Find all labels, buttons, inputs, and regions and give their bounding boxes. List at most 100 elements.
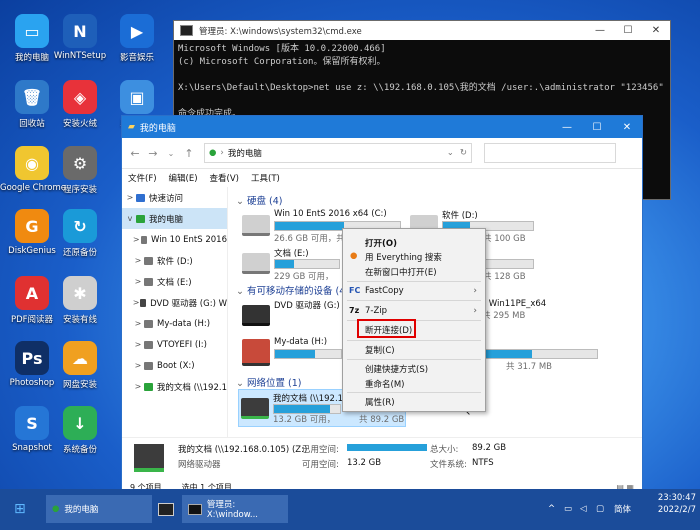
menu-item-rename[interactable]: 重命名(M) bbox=[365, 378, 404, 390]
app-icon: ✱ bbox=[63, 276, 97, 310]
chevron-icon[interactable]: > bbox=[124, 193, 136, 202]
hard-drive-icon bbox=[242, 215, 270, 236]
cmd-app-icon bbox=[180, 25, 193, 36]
tree-item[interactable]: > 软件 (D:) bbox=[122, 250, 227, 271]
up-icon[interactable]: ↑ bbox=[180, 147, 198, 160]
desktop-icon[interactable]: ☁ 网盘安装 bbox=[48, 341, 112, 390]
chevron-icon[interactable]: > bbox=[132, 235, 141, 244]
cmd-output[interactable]: Microsoft Windows [版本 10.0.22000.466] (c… bbox=[174, 40, 670, 124]
volume-icon[interactable]: ◁ bbox=[580, 495, 587, 523]
taskbar-pinned-app[interactable] bbox=[158, 495, 174, 523]
app-icon: ◉ bbox=[15, 146, 49, 180]
menu-bar: 文件(F) 编辑(E) 查看(V) 工具(T) bbox=[122, 169, 642, 187]
tray-chevron-icon[interactable]: ^ bbox=[548, 495, 555, 523]
minimize-icon[interactable]: — bbox=[586, 25, 614, 36]
desktop-icon[interactable]: ↻ 还原备份 bbox=[48, 209, 112, 258]
network-icon[interactable]: ▭ bbox=[564, 495, 572, 523]
menu-file[interactable]: 文件(F) bbox=[128, 172, 157, 184]
group-label: 有可移动存储的设备 (4) bbox=[247, 286, 349, 297]
usage-bar bbox=[274, 259, 340, 269]
breadcrumb: 我的电脑 bbox=[227, 149, 262, 159]
tree-item[interactable]: > My-data (H:) bbox=[122, 313, 227, 334]
display-icon[interactable]: ▢ bbox=[596, 495, 604, 523]
windows-icon: ⊞ bbox=[14, 501, 26, 517]
chevron-down-icon: ⌄ bbox=[236, 378, 244, 389]
explorer-title: 我的电脑 bbox=[139, 123, 176, 134]
tree-item[interactable]: > Win 10 EntS 2016 bbox=[122, 229, 227, 250]
tree-item[interactable]: v 我的电脑 bbox=[122, 208, 227, 229]
address-dropdown-icon[interactable]: ⌄ bbox=[447, 148, 454, 158]
desktop-icon[interactable]: ↓ 系统备份 bbox=[48, 406, 112, 455]
chevron-icon[interactable]: > bbox=[132, 361, 144, 370]
chevron-icon[interactable]: > bbox=[132, 256, 144, 265]
menu-view[interactable]: 查看(V) bbox=[210, 172, 239, 184]
chevron-icon[interactable]: > bbox=[132, 382, 144, 391]
drive-g-label[interactable]: (G:) Win11PE_x64 共 295 MB bbox=[470, 297, 610, 337]
tree-item[interactable]: > DVD 驱动器 (G:) W bbox=[122, 292, 227, 313]
group-header-removable[interactable]: ⌄ 有可移动存储的设备 (4) bbox=[236, 283, 349, 297]
start-button[interactable]: ⊞ bbox=[14, 495, 26, 523]
navigation-bar: ← → ⌄ ↑ ● › 我的电脑 ⌄ ↻ bbox=[122, 138, 642, 169]
menu-tools[interactable]: 工具(T) bbox=[251, 172, 280, 184]
address-bar[interactable]: ● › 我的电脑 ⌄ ↻ bbox=[204, 143, 472, 163]
desktop-icon[interactable]: N WinNTSetup bbox=[48, 14, 112, 61]
menu-item-open-new-window[interactable]: 在新窗口中打开(E) bbox=[365, 266, 437, 278]
drive-i[interactable]: 共 31.7 MB bbox=[466, 335, 606, 375]
desktop-icon[interactable]: ✱ 安装有线 bbox=[48, 276, 112, 325]
maximize-icon[interactable]: ☐ bbox=[614, 25, 642, 36]
menu-item-properties[interactable]: 属性(R) bbox=[365, 396, 395, 408]
refresh-icon[interactable]: ↻ bbox=[460, 148, 467, 158]
explorer-titlebar[interactable]: ▰ 我的电脑 — ☐ ✕ bbox=[122, 116, 642, 138]
cmd-titlebar[interactable]: 管理员: X:\windows\system32\cmd.exe — ☐ ✕ bbox=[174, 21, 670, 40]
taskbar-cmd[interactable]: 管理员: X:\window... bbox=[182, 495, 288, 523]
tree-item[interactable]: > 我的文档 (\\192.1 bbox=[122, 376, 227, 397]
usage-fill bbox=[275, 260, 295, 268]
group-header-network[interactable]: ⌄ 网络位置 (1) bbox=[236, 375, 301, 389]
chevron-icon[interactable]: > bbox=[132, 298, 140, 307]
tree-item[interactable]: > 文档 (E:) bbox=[122, 271, 227, 292]
desktop-icon[interactable]: ▶ 影音娱乐 bbox=[105, 14, 169, 63]
tree-item[interactable]: > 快速访问 bbox=[122, 187, 227, 208]
menu-edit[interactable]: 编辑(E) bbox=[169, 172, 198, 184]
close-icon[interactable]: ✕ bbox=[612, 122, 642, 133]
menu-item-7zip[interactable]: 7-Zip bbox=[365, 306, 387, 316]
close-icon[interactable]: ✕ bbox=[642, 25, 670, 36]
tree-item[interactable]: > VTOYEFI (I:) bbox=[122, 334, 227, 355]
chevron-icon[interactable]: > bbox=[132, 340, 144, 349]
maximize-icon[interactable]: ☐ bbox=[582, 122, 612, 133]
desktop-icon[interactable]: ⚙ 程序安装 bbox=[48, 146, 112, 195]
group-header-disks[interactable]: ⌄ 硬盘 (4) bbox=[236, 193, 282, 207]
chevron-icon[interactable]: > bbox=[132, 319, 144, 328]
tree-item[interactable]: > Boot (X:) bbox=[122, 355, 227, 376]
search-input[interactable] bbox=[484, 143, 616, 163]
tree-item-label: 软件 (D:) bbox=[157, 256, 193, 267]
details-fs-value: NTFS bbox=[472, 458, 494, 468]
minimize-icon[interactable]: — bbox=[552, 122, 582, 133]
chevron-icon[interactable]: v bbox=[124, 214, 136, 223]
desktop-icon-label: 网盘安装 bbox=[62, 380, 97, 390]
chevron-icon[interactable]: > bbox=[132, 277, 144, 286]
menu-item-open[interactable]: 打开(O) bbox=[365, 237, 397, 249]
app-icon: ◈ bbox=[63, 80, 97, 114]
menu-separator bbox=[347, 359, 481, 360]
tree-item-label: VTOYEFI (I:) bbox=[157, 339, 207, 350]
taskbar-explorer[interactable]: ● 我的电脑 bbox=[46, 495, 152, 523]
details-usage-bar bbox=[347, 444, 427, 451]
details-total-label: 总大小: bbox=[430, 445, 459, 455]
chevron-down-icon[interactable]: ⌄ bbox=[162, 149, 180, 158]
app-icon: ▣ bbox=[120, 80, 154, 114]
menu-item-everything[interactable]: 用 Everything 搜索 bbox=[365, 251, 442, 263]
tree-item-label: 我的电脑 bbox=[149, 214, 184, 225]
drive-total: 共 89.2 GB bbox=[359, 415, 405, 425]
ime-indicator[interactable]: 简体 bbox=[614, 495, 631, 523]
forward-icon[interactable]: → bbox=[144, 147, 162, 160]
tree-item-label: Boot (X:) bbox=[157, 360, 195, 371]
app-icon: G bbox=[15, 209, 49, 243]
menu-item-fastcopy[interactable]: FastCopy bbox=[365, 286, 404, 296]
desktop-icon[interactable]: ◈ 安装火绒 bbox=[48, 80, 112, 129]
menu-item-create-shortcut[interactable]: 创建快捷方式(S) bbox=[365, 363, 428, 375]
clock[interactable]: 23:30:47 2022/2/7 bbox=[640, 493, 696, 515]
menu-item-copy[interactable]: 复制(C) bbox=[365, 344, 395, 356]
desktop-icon-label: 还原备份 bbox=[62, 248, 97, 258]
back-icon[interactable]: ← bbox=[126, 147, 144, 160]
